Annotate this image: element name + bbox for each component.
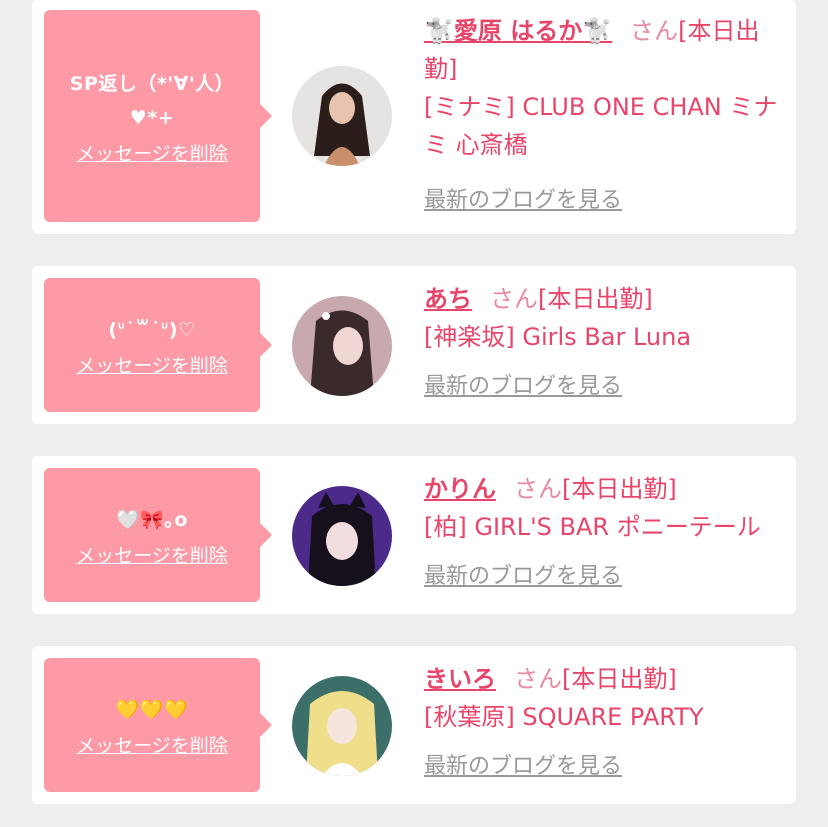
- shop-name: [ミナミ] CLUB ONE CHAN ミナミ 心斎橋: [424, 93, 778, 159]
- message-text: SP返し（*'∀'人）♥*+: [69, 72, 235, 129]
- shop-name: [神楽坂] Girls Bar Luna: [424, 323, 692, 351]
- latest-blog-link[interactable]: 最新のブログを見る: [424, 748, 622, 786]
- message-bubble: SP返し（*'∀'人）♥*+ メッセージを削除: [44, 10, 272, 222]
- shop-name: [秋葉原] SQUARE PARTY: [424, 703, 704, 731]
- message-card: 🤍🎀｡o メッセージを削除 かりん さん[本日出勤] [柏] GIRL'S BAR…: [32, 456, 796, 614]
- message-card: SP返し（*'∀'人）♥*+ メッセージを削除 🐩愛原 はるか🐩 さん[本日出勤]…: [32, 0, 796, 234]
- shop-name: [柏] GIRL'S BAR ポニーテール: [424, 513, 761, 541]
- message-bubble: 🤍🎀｡o メッセージを削除: [44, 468, 272, 602]
- avatar[interactable]: [292, 296, 392, 396]
- delete-message-link[interactable]: メッセージを削除: [76, 541, 228, 568]
- cast-name-link[interactable]: あち: [424, 285, 472, 313]
- cast-info: あち さん[本日出勤] [神楽坂] Girls Bar Luna 最新のブログを見…: [424, 280, 784, 406]
- delete-message-link[interactable]: メッセージを削除: [76, 139, 228, 166]
- cast-name-link[interactable]: きいろ: [424, 665, 496, 693]
- attendance-status: [本日出勤]: [538, 285, 653, 313]
- message-bubble: (ᐡ˙꒳˙ᐡ)♡ メッセージを削除: [44, 278, 272, 412]
- honorific: さん: [514, 475, 562, 503]
- message-text: 🤍🎀｡o: [116, 508, 188, 531]
- cast-name-link[interactable]: 🐩愛原 はるか🐩: [424, 17, 612, 45]
- message-card: (ᐡ˙꒳˙ᐡ)♡ メッセージを削除 あち さん[本日出勤] [神楽坂] Girls…: [32, 266, 796, 424]
- avatar[interactable]: [292, 676, 392, 776]
- cast-info: かりん さん[本日出勤] [柏] GIRL'S BAR ポニーテール 最新のブログ…: [424, 470, 784, 596]
- avatar[interactable]: [292, 66, 392, 166]
- cast-info: きいろ さん[本日出勤] [秋葉原] SQUARE PARTY 最新のブログを見る: [424, 660, 784, 786]
- latest-blog-link[interactable]: 最新のブログを見る: [424, 558, 622, 596]
- latest-blog-link[interactable]: 最新のブログを見る: [424, 182, 622, 220]
- attendance-status: [本日出勤]: [562, 475, 677, 503]
- honorific: さん: [630, 17, 679, 45]
- latest-blog-link[interactable]: 最新のブログを見る: [424, 368, 622, 406]
- honorific: さん: [514, 665, 562, 693]
- cast-info: 🐩愛原 はるか🐩 さん[本日出勤] [ミナミ] CLUB ONE CHAN ミナミ…: [424, 12, 784, 220]
- avatar[interactable]: [292, 486, 392, 586]
- honorific: さん: [490, 285, 538, 313]
- message-bubble: 💛💛💛 メッセージを削除: [44, 658, 272, 792]
- delete-message-link[interactable]: メッセージを削除: [76, 731, 228, 758]
- delete-message-link[interactable]: メッセージを削除: [76, 351, 228, 378]
- message-card: 💛💛💛 メッセージを削除 きいろ さん[本日出勤] [秋葉原] SQUARE PA…: [32, 646, 796, 804]
- attendance-status: [本日出勤]: [562, 665, 677, 693]
- cast-name-link[interactable]: かりん: [424, 475, 496, 503]
- message-text: 💛💛💛: [115, 698, 189, 721]
- message-text: (ᐡ˙꒳˙ᐡ)♡: [108, 318, 196, 341]
